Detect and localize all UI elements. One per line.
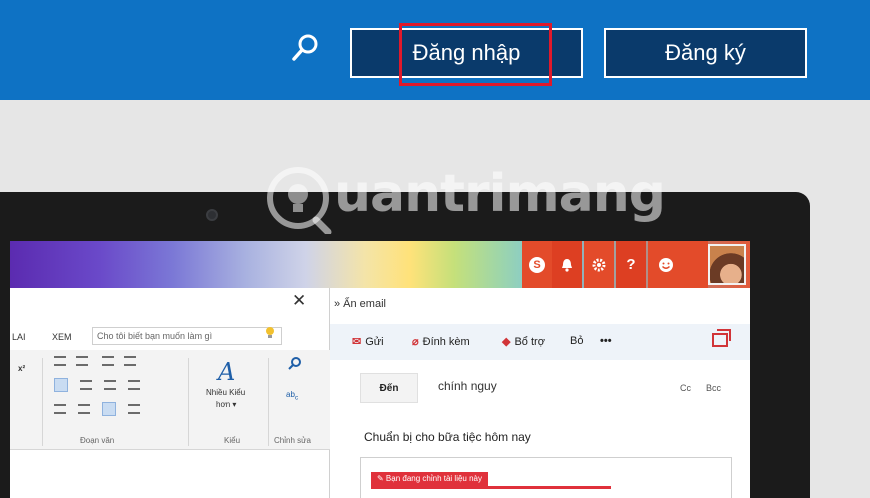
help-icon[interactable]: ? — [616, 241, 646, 288]
align-left-icon[interactable] — [54, 378, 68, 392]
styles-more[interactable]: hơn ▾ — [216, 400, 236, 409]
numbering-icon[interactable] — [76, 356, 88, 366]
document-pane: ✕ LAI XEM Cho tôi biết bạn muốn làm gì x… — [10, 288, 330, 498]
group-editing-label: Chỉnh sửa — [274, 436, 311, 445]
more-options-button[interactable]: ••• — [600, 335, 612, 347]
styles-icon[interactable]: A — [218, 358, 235, 386]
bullets-icon[interactable] — [54, 356, 66, 366]
tab-lai[interactable]: LAI — [12, 332, 26, 342]
smiley-icon[interactable] — [648, 241, 684, 288]
skype-icon[interactable]: S — [522, 241, 552, 288]
signup-button[interactable]: Đăng ký — [604, 28, 807, 78]
tell-me-input[interactable]: Cho tôi biết bạn muốn làm gì — [92, 327, 282, 345]
editing-badge: ✎ Bạn đang chỉnh tài liệu này — [371, 472, 488, 486]
styles-label[interactable]: Nhiều Kiểu — [206, 388, 245, 397]
send-label: Gửi — [365, 335, 384, 348]
bcc-button[interactable]: Bcc — [706, 383, 721, 393]
discard-button[interactable]: Bỏ — [570, 335, 583, 347]
search-icon[interactable] — [290, 32, 320, 64]
avatar[interactable] — [708, 244, 746, 285]
message-body[interactable]: ✎ Bạn đang chỉnh tài liệu này — [360, 457, 732, 498]
more-label: ••• — [600, 335, 612, 347]
editing-indicator-line — [371, 486, 611, 489]
find-icon[interactable] — [288, 356, 302, 370]
addins-label: Bổ trợ — [514, 335, 545, 348]
align-right-icon[interactable] — [104, 380, 116, 390]
ribbon-tabs: LAI XEM Cho tôi biết bạn muốn làm gì — [10, 324, 330, 350]
tab-view[interactable]: XEM — [52, 332, 72, 342]
group-styles-label: Kiểu — [224, 436, 241, 445]
popout-icon[interactable] — [712, 329, 731, 347]
gear-icon[interactable] — [584, 241, 614, 288]
hide-email-link[interactable]: » Ẩn email — [334, 298, 386, 310]
to-row: Đến chính nguy Cc Bcc — [360, 373, 745, 409]
login-highlight-box — [399, 23, 552, 86]
line-spacing-icon[interactable] — [54, 404, 66, 414]
indent-icon[interactable] — [78, 404, 90, 414]
compose-pane: » Ẩn email ✉ Gửi ⌀ Đính kèm ◆ Bổ trợ Bỏ … — [330, 288, 750, 498]
send-icon: ✉ — [352, 336, 362, 348]
superscript-button[interactable]: x² — [18, 364, 25, 373]
attach-label: Đính kèm — [422, 335, 470, 348]
bell-icon[interactable] — [552, 241, 582, 288]
replace-icon[interactable]: abc — [286, 390, 298, 402]
send-button[interactable]: ✉ Gửi — [352, 335, 384, 349]
camera-icon — [206, 209, 218, 221]
ribbon: x² Đoạn văn A Nhiều Kiểu hơn ▾ Kiểu abc … — [10, 350, 330, 450]
close-icon[interactable]: ✕ — [292, 291, 306, 311]
rtl-icon[interactable] — [128, 404, 140, 414]
align-center-icon[interactable] — [80, 380, 92, 390]
increase-indent-icon[interactable] — [124, 356, 136, 366]
ltr-icon[interactable] — [102, 402, 116, 416]
lightbulb-icon — [266, 327, 274, 338]
separator — [268, 358, 269, 446]
separator — [188, 358, 189, 446]
addins-button[interactable]: ◆ Bổ trợ — [502, 335, 545, 349]
outlook-screen: S ? ✕ LAI XEM Cho tôi biết bạn muốn làm … — [10, 241, 750, 498]
cc-button[interactable]: Cc — [680, 383, 691, 393]
header-spacer — [684, 241, 708, 288]
decrease-indent-icon[interactable] — [102, 356, 114, 366]
discard-label: Bỏ — [570, 335, 584, 347]
compose-toolbar: ✉ Gửi ⌀ Đính kèm ◆ Bổ trợ Bỏ ••• — [330, 324, 750, 360]
to-recipient[interactable]: chính nguy — [438, 379, 497, 393]
top-bar: Đăng nhập Đăng ký — [0, 0, 870, 100]
group-paragraph-label: Đoạn văn — [80, 436, 115, 445]
separator — [42, 358, 43, 446]
attach-button[interactable]: ⌀ Đính kèm — [412, 335, 470, 349]
paperclip-icon: ⌀ — [412, 336, 419, 348]
justify-icon[interactable] — [128, 380, 140, 390]
to-button[interactable]: Đến — [360, 373, 418, 403]
puzzle-icon: ◆ — [502, 336, 511, 348]
subject-field[interactable]: Chuẩn bị cho bữa tiệc hôm nay — [364, 430, 531, 444]
